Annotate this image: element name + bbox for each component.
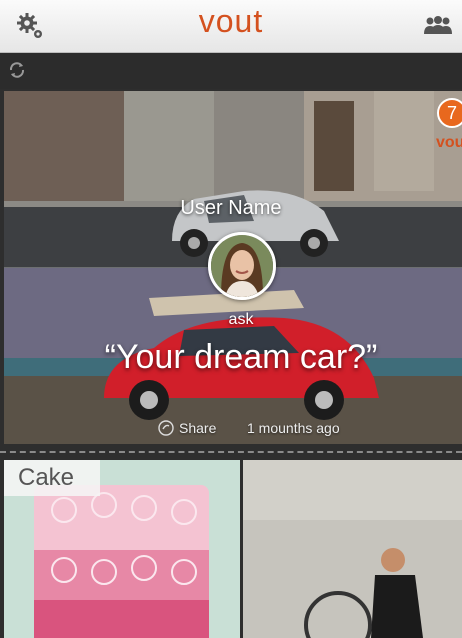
timestamp: 1 mounths ago	[247, 420, 340, 436]
top-bar: vout	[0, 0, 462, 53]
people-icon	[424, 16, 452, 34]
app-logo: vout	[198, 3, 264, 39]
cyclist-image	[243, 460, 462, 638]
avatar-image	[211, 235, 273, 297]
question-text: “Your dream car?”	[104, 338, 378, 376]
ask-label: ask	[228, 311, 254, 328]
refresh-bar	[0, 53, 462, 89]
notification-badge[interactable]: 7	[437, 98, 462, 128]
share-label: Share	[179, 420, 217, 436]
share-button[interactable]: Share	[158, 420, 216, 436]
user-name[interactable]: User Name	[0, 197, 462, 220]
mini-logo: vou	[436, 134, 462, 151]
option-photo-cyclist[interactable]	[243, 460, 462, 638]
share-icon	[158, 420, 174, 436]
avatar[interactable]	[208, 232, 276, 300]
people-button[interactable]	[422, 10, 454, 42]
card-divider	[0, 451, 462, 453]
refresh-button[interactable]	[6, 59, 28, 81]
card-label: Cake	[4, 460, 100, 496]
refresh-icon	[9, 62, 25, 78]
